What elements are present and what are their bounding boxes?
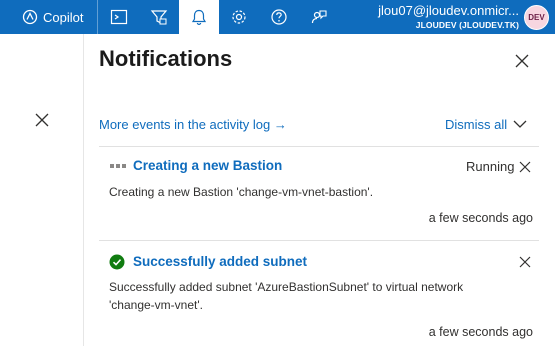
avatar[interactable]: DEV	[524, 5, 549, 30]
directory-filter-icon	[150, 10, 168, 25]
close-icon[interactable]	[518, 255, 532, 269]
directory-filter-button[interactable]	[139, 0, 179, 34]
notification-time: a few seconds ago	[428, 325, 533, 339]
close-icon[interactable]	[513, 52, 531, 70]
notification-status: Running	[466, 159, 515, 174]
feedback-icon	[311, 10, 327, 24]
left-panel	[0, 34, 83, 346]
copilot-icon	[22, 9, 38, 25]
close-icon[interactable]	[33, 111, 51, 129]
notifications-panel: Notifications More events in the activit…	[84, 34, 555, 346]
in-progress-dots-icon	[110, 164, 126, 168]
divider	[99, 146, 539, 147]
copilot-label: Copilot	[43, 9, 84, 25]
account-email: jlou07@jloudev.onmicr...	[378, 3, 519, 18]
dismiss-all-button[interactable]: Dismiss all	[445, 117, 507, 132]
notification-body: Creating a new Bastion 'change-vm-vnet-b…	[109, 185, 374, 199]
cloud-shell-icon	[110, 9, 128, 25]
chevron-down-icon[interactable]	[512, 117, 528, 131]
notifications-button[interactable]	[179, 0, 219, 34]
close-icon[interactable]	[518, 160, 532, 174]
settings-button[interactable]	[219, 0, 259, 34]
copilot-button[interactable]: Copilot	[0, 0, 97, 34]
account-directory: JLOUDEV (JLOUDEV.TK)	[415, 20, 519, 30]
bell-icon	[191, 9, 207, 26]
top-bar: Copilot jlou07@jloudev.onmicr... JLOUDEV…	[0, 0, 555, 34]
activity-log-link[interactable]: More events in the activity log →	[99, 117, 287, 132]
topbar-separator	[97, 0, 98, 34]
help-icon	[271, 9, 287, 25]
notification-body: Successfully added subnet 'AzureBastionS…	[109, 280, 464, 312]
success-check-icon	[109, 254, 125, 270]
feedback-button[interactable]	[299, 0, 339, 34]
gear-icon	[232, 10, 246, 24]
page-title: Notifications	[99, 46, 233, 71]
notification-title[interactable]: Successfully added subnet	[133, 254, 307, 269]
help-button[interactable]	[259, 0, 299, 34]
divider	[99, 240, 539, 241]
notification-title[interactable]: Creating a new Bastion	[133, 158, 282, 173]
account-info[interactable]: jlou07@jloudev.onmicr... JLOUDEV (JLOUDE…	[356, 0, 519, 34]
cloud-shell-button[interactable]	[99, 0, 139, 34]
notification-time: a few seconds ago	[428, 211, 533, 225]
